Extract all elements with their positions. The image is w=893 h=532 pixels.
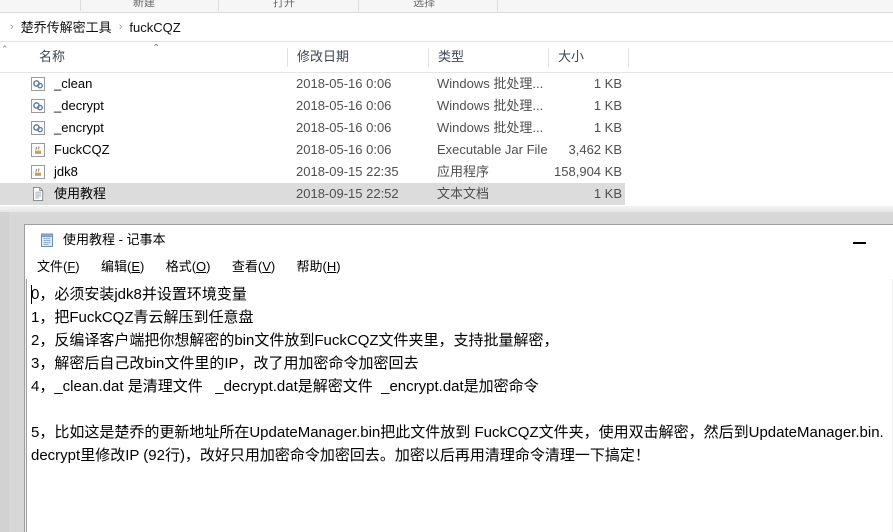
- file-date: 2018-05-16 0:06: [296, 98, 392, 113]
- column-header-date[interactable]: 修改日期: [288, 42, 428, 72]
- notepad-title-bar[interactable]: 使用教程 - 记事本: [25, 225, 893, 255]
- file-date: 2018-05-16 0:06: [296, 76, 392, 91]
- ribbon-group-select[interactable]: 选择: [364, 0, 484, 11]
- file-date: 2018-09-15 22:52: [296, 186, 399, 201]
- file-name: _clean: [54, 76, 93, 91]
- document-line-blank: [31, 398, 886, 421]
- ribbon-group-new-label: 新建: [133, 0, 155, 9]
- ribbon-group-select-label: 选择: [413, 0, 435, 9]
- chevron-right-icon: ›: [118, 20, 123, 33]
- ribbon-group-new[interactable]: 新建: [84, 0, 204, 11]
- notepad-menu-bar: 文件(F) 编辑(E) 格式(O) 查看(V) 帮助(H): [25, 255, 893, 279]
- column-divider[interactable]: [287, 48, 288, 67]
- file-size: 158,904 KB: [554, 164, 622, 179]
- file-date: 2018-09-15 22:35: [296, 164, 399, 179]
- column-header-type[interactable]: 类型: [429, 42, 548, 72]
- column-header-size-label: 大小: [558, 49, 585, 64]
- table-row[interactable]: FuckCQZ 2018-05-16 0:06 Executable Jar F…: [0, 139, 625, 161]
- document-line: 0，必须安装jdk8并设置环境变量: [31, 286, 247, 303]
- document-line: 2，反编译客户端把你想解密的bin文件放到FuckCQZ文件夹里，支持批量解密，: [31, 332, 559, 349]
- file-size: 1 KB: [593, 186, 622, 201]
- menu-edit-key: E: [131, 259, 140, 274]
- ribbon-group-open[interactable]: 打开: [224, 0, 344, 11]
- column-divider[interactable]: [628, 48, 629, 67]
- menu-file-paren: ): [75, 259, 80, 274]
- column-divider[interactable]: [428, 48, 429, 67]
- menu-view[interactable]: 查看(V): [232, 255, 284, 279]
- table-row[interactable]: jdk8 2018-09-15 22:35 应用程序 158,904 KB: [0, 161, 625, 183]
- file-size: 1 KB: [593, 98, 622, 113]
- menu-format[interactable]: 格式(O): [166, 255, 220, 279]
- table-row[interactable]: _clean 2018-05-16 0:06 Windows 批处理... 1 …: [0, 73, 625, 95]
- file-name: _decrypt: [54, 98, 104, 113]
- file-name: 使用教程: [54, 186, 107, 201]
- ribbon-separator: [358, 0, 359, 11]
- file-size: 1 KB: [593, 76, 622, 91]
- file-type: Windows 批处理...: [437, 120, 544, 135]
- column-header-row: ⌃ 名称 修改日期 类型 大小: [0, 42, 893, 73]
- table-row[interactable]: _decrypt 2018-05-16 0:06 Windows 批处理... …: [0, 95, 625, 117]
- file-size: 3,462 KB: [568, 142, 623, 157]
- menu-view-text: 查看(: [231, 259, 263, 274]
- file-date: 2018-05-16 0:06: [296, 142, 392, 157]
- document-line: 5，比如这是楚乔的更新地址所在UpdateManager.bin把此文件放到 F…: [31, 424, 884, 464]
- file-name: _encrypt: [54, 120, 104, 135]
- table-row[interactable]: _encrypt 2018-05-16 0:06 Windows 批处理... …: [0, 117, 625, 139]
- file-list: _clean 2018-05-16 0:06 Windows 批处理... 1 …: [0, 73, 893, 206]
- menu-file[interactable]: 文件(F): [37, 255, 89, 279]
- file-explorer-window: 新建 打开 选择 › 楚乔传解密工具 › fuckCQZ ⌃ 名称 修改日期 类…: [0, 0, 893, 212]
- menu-format-key: O: [196, 259, 207, 274]
- chevron-right-icon: ›: [10, 20, 14, 33]
- file-name: FuckCQZ: [54, 142, 110, 157]
- nav-collapse-icon[interactable]: ⌃: [1, 44, 9, 55]
- minimize-button[interactable]: [839, 225, 885, 255]
- menu-format-text: 格式(: [165, 259, 197, 274]
- document-line: 3，解密后自己改bin文件里的IP，改了用加密命令加密回去: [31, 355, 419, 372]
- column-header-size[interactable]: 大小: [549, 42, 628, 72]
- ribbon-bar: 新建 打开 选择: [0, 0, 893, 13]
- breadcrumb-item-current[interactable]: fuckCQZ: [128, 19, 181, 36]
- column-header-name-label: 名称: [39, 49, 66, 64]
- menu-help[interactable]: 帮助(H): [297, 255, 350, 279]
- menu-help-key: H: [326, 259, 337, 274]
- notepad-title: 使用教程 - 记事本: [63, 232, 166, 247]
- breadcrumb: › 楚乔传解密工具 › fuckCQZ: [4, 13, 182, 41]
- menu-help-text: 帮助(: [296, 259, 327, 274]
- column-header-name[interactable]: 名称: [30, 42, 287, 72]
- menu-edit[interactable]: 编辑(E): [101, 255, 153, 279]
- file-type: 应用程序: [437, 164, 490, 179]
- table-row-selected[interactable]: 使用教程 2018-09-15 22:52 文本文档 1 KB: [0, 183, 625, 205]
- file-type: 文本文档: [437, 186, 490, 201]
- column-header-type-label: 类型: [438, 49, 465, 64]
- notepad-icon: [39, 232, 55, 248]
- ribbon-separator: [80, 0, 81, 11]
- menu-format-paren: ): [206, 259, 211, 274]
- menu-help-paren: ): [336, 259, 341, 274]
- menu-edit-text: 编辑(: [100, 259, 132, 274]
- notepad-window: 使用教程 - 记事本 文件(F) 编辑(E) 格式(O) 查看(V) 帮助(H)…: [24, 224, 893, 532]
- breadcrumb-item-root[interactable]: 楚乔传解密工具: [20, 19, 113, 36]
- menu-view-paren: ): [270, 259, 276, 274]
- file-type: Windows 批处理...: [437, 98, 544, 113]
- column-divider[interactable]: [548, 48, 549, 67]
- file-name: jdk8: [54, 164, 78, 179]
- file-type: Windows 批处理...: [437, 76, 544, 91]
- ribbon-separator: [218, 0, 219, 11]
- document-line: 1，把FuckCQZ青云解压到任意盘: [31, 309, 254, 326]
- ribbon-group-open-label: 打开: [273, 0, 295, 9]
- ribbon-separator: [497, 0, 498, 11]
- document-line: 4，_clean.dat 是清理文件 _decrypt.dat是解密文件 _en…: [31, 378, 539, 395]
- address-bar[interactable]: › 楚乔传解密工具 › fuckCQZ: [0, 13, 893, 42]
- file-date: 2018-05-16 0:06: [296, 120, 392, 135]
- menu-file-text: 文件(: [37, 259, 68, 274]
- menu-edit-paren: ): [140, 259, 145, 274]
- left-edge-strip: [0, 212, 9, 532]
- notepad-text-area[interactable]: 0，必须安装jdk8并设置环境变量 1，把FuckCQZ青云解压到任意盘 2，反…: [26, 279, 892, 532]
- column-header-date-label: 修改日期: [297, 49, 350, 64]
- file-type: Executable Jar File: [437, 142, 547, 157]
- file-size: 1 KB: [593, 120, 622, 135]
- menu-view-key: V: [262, 259, 271, 274]
